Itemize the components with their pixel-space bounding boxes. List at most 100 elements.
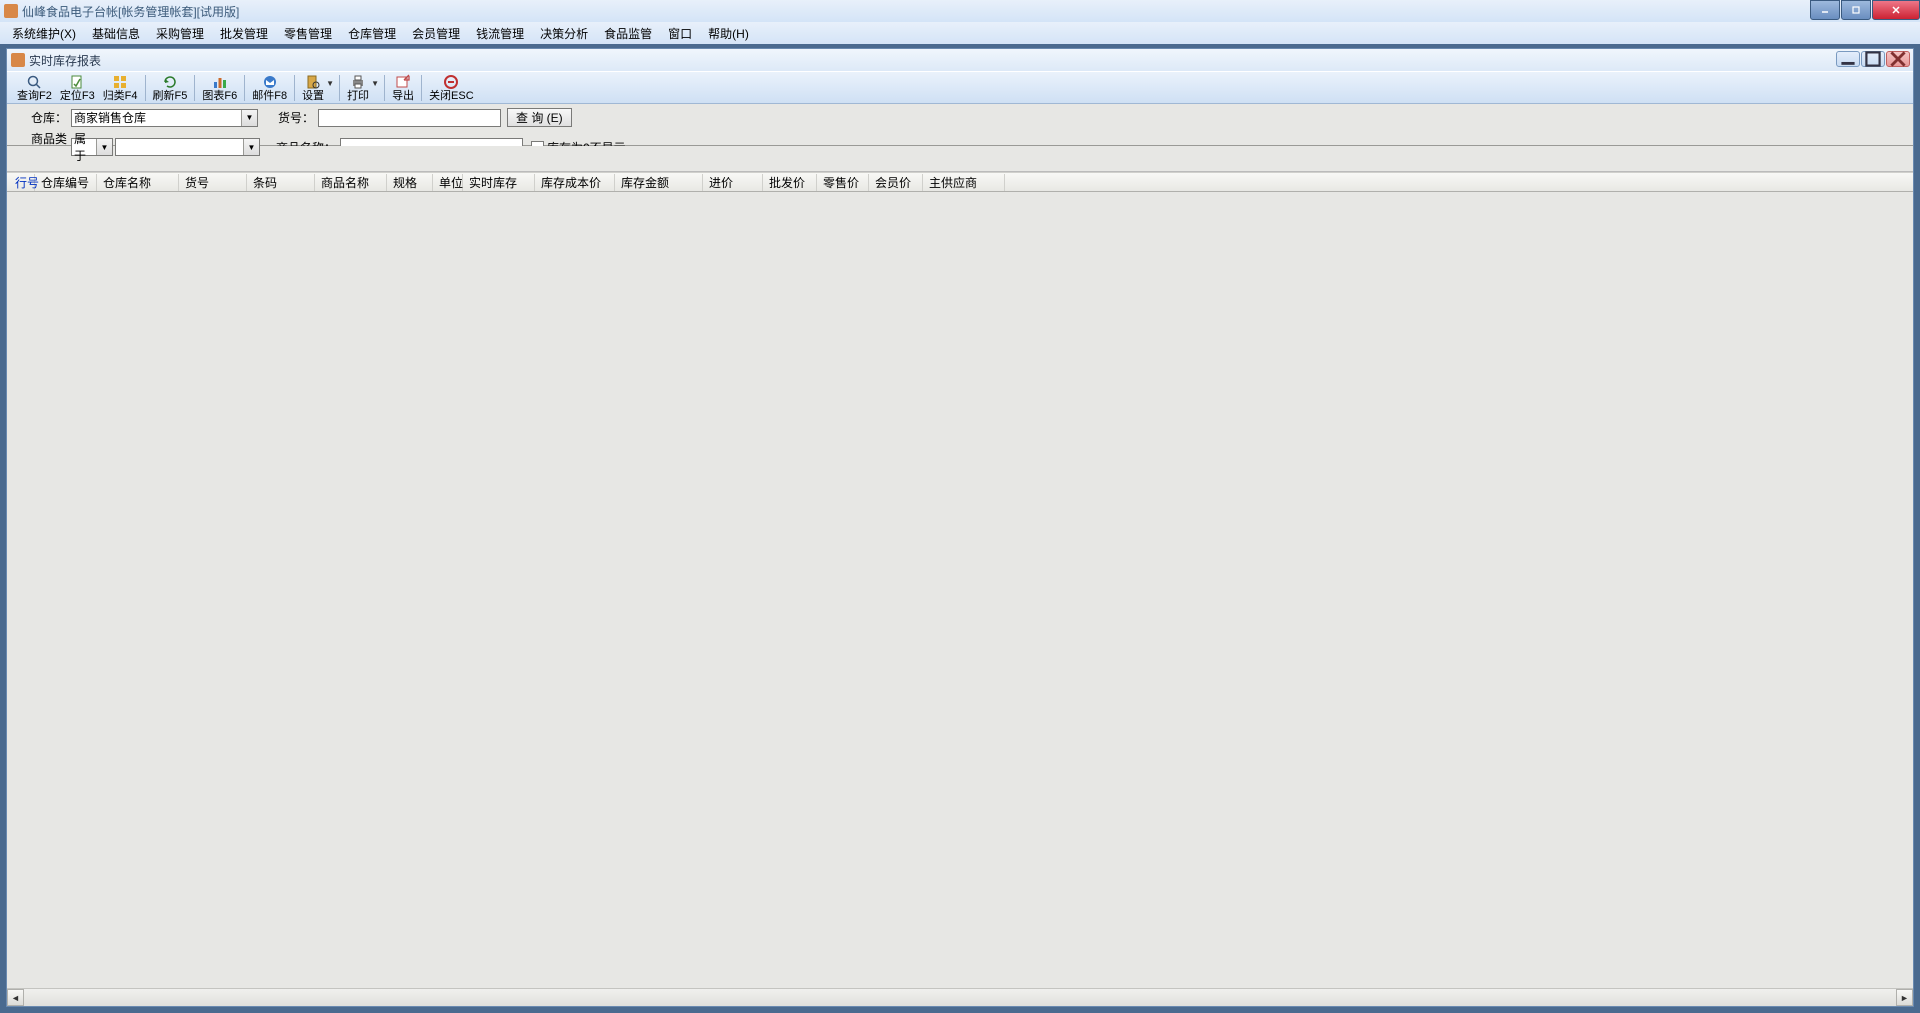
refresh-icon [162, 74, 178, 90]
menubar: 系统维护(X) 基础信息 采购管理 批发管理 零售管理 仓库管理 会员管理 钱流… [0, 22, 1920, 44]
toolbar-mail-label: 邮件F8 [252, 91, 287, 102]
toolbar-group[interactable]: 归类F4 [99, 73, 142, 103]
table-header: 行号 仓库编号 仓库名称 货号 条码 商品名称 规格 单位 实时库存 库存成本价… [7, 172, 1913, 192]
menu-window[interactable]: 窗口 [660, 22, 700, 45]
menu-wholesale[interactable]: 批发管理 [212, 22, 276, 45]
chart-icon [212, 74, 228, 90]
child-titlebar: 实时库存报表 [7, 49, 1913, 71]
toolbar-separator [421, 75, 422, 101]
toolbar-export[interactable]: 导出 [388, 73, 418, 103]
th-row-number[interactable]: 行号 [7, 174, 35, 191]
menu-purchase[interactable]: 采购管理 [148, 22, 212, 45]
toolbar-refresh-label: 刷新F5 [153, 91, 188, 102]
warehouse-combo[interactable]: 商家销售仓库 ▼ [71, 109, 258, 127]
toolbar-settings[interactable]: 设置 ▼ [298, 73, 328, 103]
th-retail-price[interactable]: 零售价 [817, 174, 869, 191]
chevron-down-icon: ▼ [96, 139, 112, 155]
main-window-controls [1809, 0, 1920, 20]
app-icon [4, 4, 18, 18]
toolbar-separator [384, 75, 385, 101]
table-body [7, 192, 1913, 988]
th-member-price[interactable]: 会员价 [869, 174, 923, 191]
scroll-right-icon[interactable]: ► [1896, 989, 1913, 1006]
warehouse-value: 商家销售仓库 [74, 109, 146, 126]
print-icon [350, 74, 366, 90]
category-combo[interactable]: ▼ [115, 138, 260, 156]
child-minimize-button[interactable] [1836, 51, 1860, 67]
th-barcode[interactable]: 条码 [247, 174, 315, 191]
th-purchase-price[interactable]: 进价 [703, 174, 763, 191]
th-prod-name[interactable]: 商品名称 [315, 174, 387, 191]
toolbar-query[interactable]: 查询F2 [13, 73, 56, 103]
mdi-area: 实时库存报表 查询F2 定位F3 归类F4 [0, 44, 1920, 1013]
toolbar-chart-label: 图表F6 [202, 91, 237, 102]
horizontal-scrollbar[interactable]: ◄ ► [7, 988, 1913, 1006]
belongs-value: 属于 [74, 130, 96, 164]
th-wholesale-price[interactable]: 批发价 [763, 174, 817, 191]
toolbar-query-label: 查询F2 [17, 91, 52, 102]
query-button[interactable]: 查 询 (E) [507, 108, 572, 127]
minimize-button[interactable] [1810, 0, 1840, 20]
menu-system[interactable]: 系统维护(X) [4, 22, 84, 45]
th-spec[interactable]: 规格 [387, 174, 433, 191]
th-cost-price[interactable]: 库存成本价 [535, 174, 615, 191]
main-window-title: 仙峰食品电子台帐[帐务管理帐套][试用版] [22, 3, 239, 20]
th-prod-code[interactable]: 货号 [179, 174, 247, 191]
chevron-down-icon: ▼ [326, 79, 334, 88]
chevron-down-icon: ▼ [371, 79, 379, 88]
close-icon [443, 74, 459, 90]
mail-icon [262, 74, 278, 90]
toolbar-settings-label: 设置 [302, 91, 324, 102]
th-realtime-stock[interactable]: 实时库存 [463, 174, 535, 191]
menu-money[interactable]: 钱流管理 [468, 22, 532, 45]
belongs-combo[interactable]: 属于 ▼ [71, 138, 113, 156]
prodcode-input[interactable] [318, 109, 501, 127]
toolbar-mail[interactable]: 邮件F8 [248, 73, 291, 103]
child-close-button[interactable] [1886, 51, 1910, 67]
menu-basic[interactable]: 基础信息 [84, 22, 148, 45]
toolbar-separator [145, 75, 146, 101]
menu-decision[interactable]: 决策分析 [532, 22, 596, 45]
table: 行号 仓库编号 仓库名称 货号 条码 商品名称 规格 单位 实时库存 库存成本价… [7, 172, 1913, 1006]
th-stock-amount[interactable]: 库存金额 [615, 174, 703, 191]
toolbar-separator [339, 75, 340, 101]
toolbar-print[interactable]: 打印 ▼ [343, 73, 373, 103]
close-button[interactable] [1872, 0, 1920, 20]
toolbar-close-label: 关闭ESC [429, 91, 474, 102]
toolbar-group-label: 归类F4 [103, 91, 138, 102]
search-icon [26, 74, 42, 90]
child-window: 实时库存报表 查询F2 定位F3 归类F4 [6, 48, 1914, 1007]
menu-food[interactable]: 食品监管 [596, 22, 660, 45]
main-titlebar: 仙峰食品电子台帐[帐务管理帐套][试用版] [0, 0, 1920, 22]
toolbar-export-label: 导出 [392, 91, 414, 102]
child-window-title: 实时库存报表 [29, 52, 101, 69]
toolbar-separator [194, 75, 195, 101]
th-unit[interactable]: 单位 [433, 174, 463, 191]
toolbar-locate-label: 定位F3 [60, 91, 95, 102]
toolbar-locate[interactable]: 定位F3 [56, 73, 99, 103]
th-warehouse-code[interactable]: 仓库编号 [35, 174, 97, 191]
menu-help[interactable]: 帮助(H) [700, 22, 757, 45]
child-window-controls [1835, 51, 1910, 67]
th-supplier[interactable]: 主供应商 [923, 174, 1005, 191]
child-maximize-button[interactable] [1861, 51, 1885, 67]
th-warehouse-name[interactable]: 仓库名称 [97, 174, 179, 191]
settings-icon [305, 74, 321, 90]
toolbar-chart[interactable]: 图表F6 [198, 73, 241, 103]
warehouse-label: 仓库： [15, 109, 71, 126]
prodcode-label: 货号： [266, 109, 318, 126]
scroll-left-icon[interactable]: ◄ [7, 989, 24, 1006]
menu-member[interactable]: 会员管理 [404, 22, 468, 45]
toolbar-refresh[interactable]: 刷新F5 [149, 73, 192, 103]
toolbar-close[interactable]: 关闭ESC [425, 73, 478, 103]
menu-warehouse[interactable]: 仓库管理 [340, 22, 404, 45]
group-icon [112, 74, 128, 90]
maximize-button[interactable] [1841, 0, 1871, 20]
toolbar-print-label: 打印 [347, 91, 369, 102]
menu-retail[interactable]: 零售管理 [276, 22, 340, 45]
export-icon [395, 74, 411, 90]
toolbar-separator [294, 75, 295, 101]
chevron-down-icon: ▼ [243, 139, 259, 155]
filter-gap [7, 146, 1913, 172]
chevron-down-icon: ▼ [241, 110, 257, 126]
